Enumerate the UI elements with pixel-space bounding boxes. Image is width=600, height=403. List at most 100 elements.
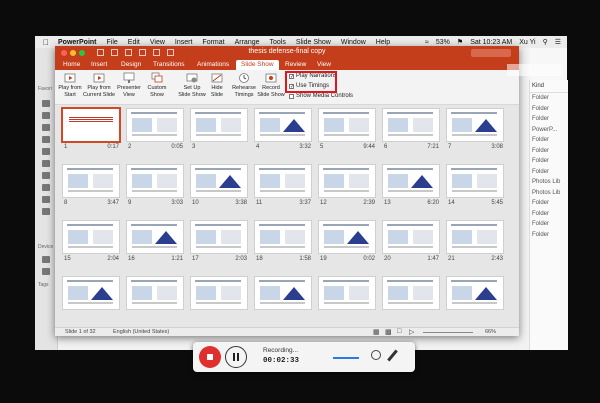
slide-thumbnail[interactable] [127, 221, 183, 253]
drive-icon[interactable] [42, 268, 50, 275]
slide-thumbnail[interactable] [63, 109, 119, 141]
slide-thumbnail[interactable] [319, 109, 375, 141]
reading-view-icon[interactable]: □ [397, 328, 401, 335]
slide-thumbnail[interactable] [447, 165, 503, 197]
menu-slide-show[interactable]: Slide Show [296, 39, 331, 46]
slide-thumbnail[interactable] [127, 277, 183, 309]
play-from-current-slide-button[interactable]: Play from Current Slide [82, 72, 116, 98]
apple-icon[interactable]:  [43, 38, 49, 47]
language[interactable]: English (United States) [113, 329, 169, 335]
slide-thumbnail[interactable] [447, 109, 503, 141]
kind-cell[interactable]: Folder [530, 167, 568, 178]
menu-window[interactable]: Window [341, 39, 366, 46]
menu-edit[interactable]: Edit [128, 39, 140, 46]
search-box[interactable] [471, 49, 511, 57]
slide-thumbnail[interactable] [191, 221, 247, 253]
menu-file[interactable]: File [107, 39, 118, 46]
flag-icon[interactable]: ⚑ [457, 38, 463, 46]
kind-cell[interactable]: Folder [530, 219, 568, 230]
kind-cell[interactable]: Folder [530, 209, 568, 220]
rehearse-timings-button[interactable]: Rehearse Timings [230, 72, 258, 98]
slide-thumbnail[interactable] [191, 109, 247, 141]
tab-transitions[interactable]: Transitions [153, 60, 185, 70]
menu-view[interactable]: View [150, 39, 165, 46]
tab-design[interactable]: Design [121, 60, 141, 70]
hide-slide-button[interactable]: Hide Slide [206, 72, 228, 98]
search-icon[interactable]: ⚲ [543, 38, 548, 46]
slide-thumbnail[interactable] [255, 109, 311, 141]
kind-cell[interactable]: PowerP... [530, 125, 568, 136]
slide-thumbnail[interactable] [191, 277, 247, 309]
kind-cell[interactable]: Folder [530, 135, 568, 146]
show-media-controls-checkbox[interactable]: Show Media Controls [289, 93, 353, 99]
zoom-level[interactable]: 66% [485, 329, 496, 335]
kind-cell[interactable]: Folder [530, 93, 568, 104]
slideshow-view-icon[interactable]: ▷ [409, 328, 414, 336]
slide-thumbnail[interactable] [319, 221, 375, 253]
user-name[interactable]: Xu Yi [519, 39, 535, 46]
kind-cell[interactable]: Folder [530, 104, 568, 115]
slide-thumbnail[interactable] [447, 221, 503, 253]
pictures-icon[interactable] [42, 196, 50, 203]
kind-cell[interactable]: Photos Lib [530, 177, 568, 188]
home-icon[interactable] [42, 208, 50, 215]
pause-button[interactable] [225, 346, 247, 368]
movies-icon[interactable] [42, 172, 50, 179]
menu-tools[interactable]: Tools [270, 39, 286, 46]
kind-column-header[interactable]: Kind [530, 80, 568, 93]
tab-review[interactable]: Review [285, 60, 306, 70]
kind-cell[interactable]: Folder [530, 146, 568, 157]
slide-thumbnail[interactable] [319, 165, 375, 197]
kind-cell[interactable]: Folder [530, 198, 568, 209]
kind-cell[interactable]: Photos Lib [530, 188, 568, 199]
stop-button[interactable] [199, 346, 221, 368]
menu-insert[interactable]: Insert [175, 39, 193, 46]
custom-show-button[interactable]: Custom Show [145, 72, 169, 98]
battery-percent[interactable]: 53% [436, 39, 450, 46]
menu-app-name[interactable]: PowerPoint [58, 39, 97, 46]
tab-slide-show[interactable]: Slide Show [236, 60, 279, 70]
music-icon[interactable] [42, 184, 50, 191]
checkbox-unchecked[interactable] [289, 93, 294, 99]
slide-thumbnail[interactable] [319, 277, 375, 309]
pen-icon[interactable] [387, 349, 398, 362]
set-up-slide-show-button[interactable]: Set Up Slide Show [177, 72, 207, 98]
zoom-slider[interactable] [423, 332, 473, 333]
slide-thumbnail[interactable] [383, 165, 439, 197]
slide-thumbnail[interactable] [447, 277, 503, 309]
menu-format[interactable]: Format [202, 39, 224, 46]
menu-help[interactable]: Help [376, 39, 390, 46]
slide-thumbnail[interactable] [127, 165, 183, 197]
slide-thumbnail[interactable] [383, 277, 439, 309]
cloud-icon[interactable] [42, 112, 50, 119]
documents-icon[interactable] [42, 148, 50, 155]
kind-cell[interactable]: Folder [530, 230, 568, 241]
apps-icon[interactable] [42, 124, 50, 131]
sorter-view-icon[interactable]: ▩ [385, 328, 392, 336]
presenter-view-button[interactable]: Presenter View [116, 72, 142, 98]
slide-thumbnail[interactable] [63, 221, 119, 253]
volume-slider[interactable] [333, 357, 359, 359]
slide-thumbnail[interactable] [191, 165, 247, 197]
slide-thumbnail[interactable] [383, 109, 439, 141]
wifi-icon[interactable]: ≈ [425, 39, 429, 46]
slide-thumbnail[interactable] [127, 109, 183, 141]
kind-cell[interactable]: Folder [530, 114, 568, 125]
clock[interactable]: Sat 10:23 AM [470, 39, 512, 46]
slide-thumbnail[interactable] [63, 277, 119, 309]
slide-thumbnail[interactable] [255, 165, 311, 197]
normal-view-icon[interactable]: ▦ [373, 328, 380, 336]
downloads-icon[interactable] [42, 160, 50, 167]
slide-thumbnail[interactable] [255, 221, 311, 253]
tab-animations[interactable]: Animations [197, 60, 229, 70]
desktop-icon[interactable] [42, 136, 50, 143]
menu-list-icon[interactable]: ☰ [555, 38, 561, 46]
tab-view[interactable]: View [317, 60, 331, 70]
slide-thumbnail[interactable] [383, 221, 439, 253]
disk-icon[interactable] [42, 256, 50, 263]
menu-arrange[interactable]: Arrange [235, 39, 260, 46]
play-from-start-button[interactable]: Play from Start [57, 72, 83, 98]
folder-icon[interactable] [42, 100, 50, 107]
webcam-icon[interactable] [371, 350, 381, 360]
tab-insert[interactable]: Insert [91, 60, 107, 70]
